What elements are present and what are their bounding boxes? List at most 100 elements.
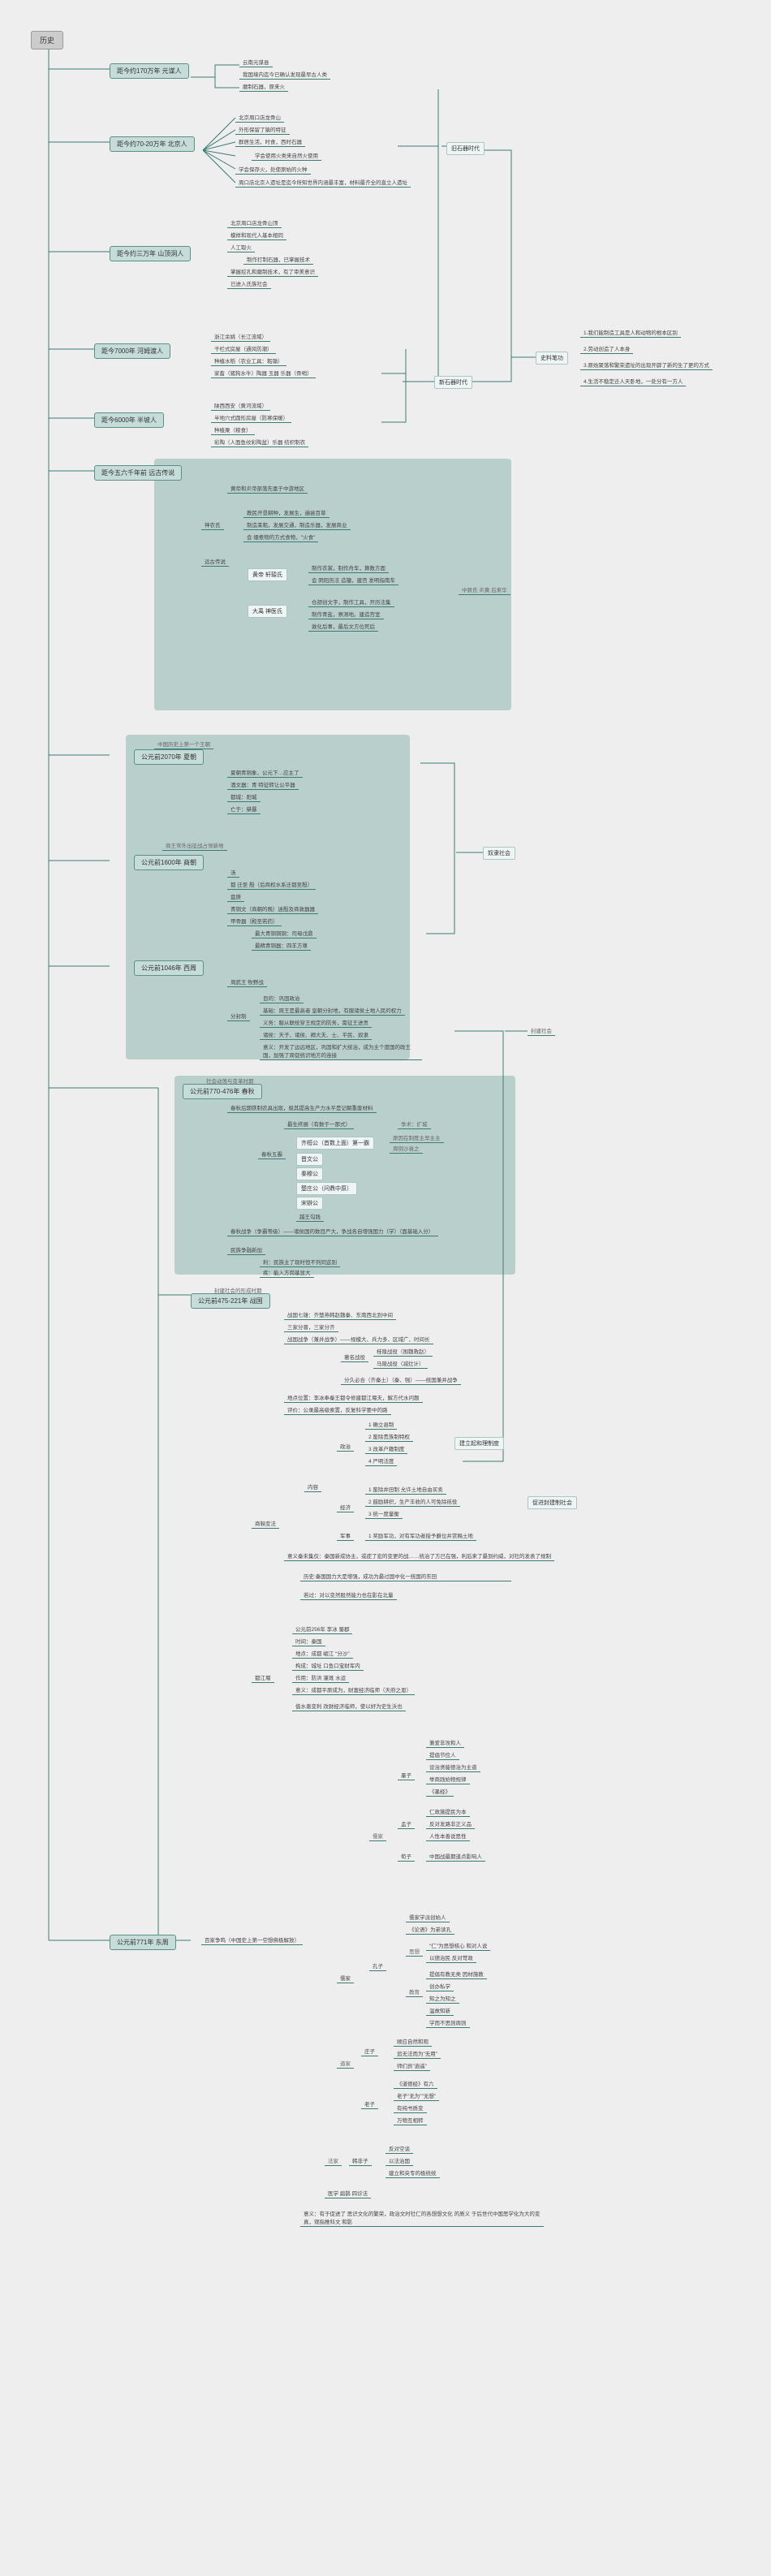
leaf: 制造耒耜，发展交通，制造乐器，发展商业 bbox=[243, 520, 351, 530]
leaf: 《道德经》有六 bbox=[394, 2078, 437, 2089]
branch-yuanmou[interactable]: 距今约170万年 元谋人 bbox=[110, 63, 189, 79]
branch-xia[interactable]: 公元前2070年 夏朝 bbox=[134, 749, 204, 765]
note-side1: 建立起和理制度 bbox=[454, 1437, 504, 1450]
leaf: 会 阴阳历法 造籀，建宫 发明指南车 bbox=[308, 575, 398, 585]
leaf: 干栏式房屋（通风防潮） bbox=[211, 343, 276, 354]
leaf: 以法治国 bbox=[386, 2155, 413, 2166]
branch-chunqiu[interactable]: 公元前770-476年 春秋 bbox=[183, 1084, 262, 1099]
note: 2.劳动创造了人本身 bbox=[580, 343, 633, 354]
label-yixue: 医学 扁鹊 四诊法 bbox=[325, 2188, 371, 2198]
branch-zhanguo[interactable]: 公元前475-221年 战国 bbox=[191, 1293, 270, 1309]
box-dayu: 大禹 神医氏 bbox=[248, 605, 287, 618]
leaf: 4 严明法度 bbox=[365, 1456, 397, 1466]
leaf: 最生终展（有数于一那式） bbox=[284, 1119, 354, 1129]
label-kongzi: 孔子 bbox=[369, 1961, 386, 1971]
label-mozi: 墨子 bbox=[398, 1770, 415, 1780]
leaf: 地点位置：李冰奉秦王都令修建都江堰夫，解方代水问题 bbox=[284, 1392, 423, 1403]
leaf: 仓颉创文字，制作工具，开历法集 bbox=[308, 597, 394, 607]
label-first-dyn: 中国历史上第一个王朝 bbox=[154, 739, 213, 749]
leaf: 模样和现代人基本相同 bbox=[227, 230, 286, 240]
leaf: 甲骨器（殿至若药） bbox=[227, 916, 282, 926]
branch-dongzhou[interactable]: 公元前771年 东周 bbox=[110, 1935, 176, 1950]
leaf: 万物互相转 bbox=[394, 2115, 427, 2125]
box-qin: 秦穆公 bbox=[296, 1167, 323, 1180]
leaf: 黄帝和炎帝部落先富于中游地区 bbox=[227, 483, 308, 494]
label-hanfei: 韩非子 bbox=[349, 2155, 372, 2166]
label-rujia2: 儒家 bbox=[337, 1973, 354, 1983]
box-jin: 晋文公 bbox=[296, 1153, 323, 1166]
leaf: 桂陵战役（围魏救赵） bbox=[373, 1346, 433, 1357]
branch-shang[interactable]: 公元前1600年 商朝 bbox=[134, 855, 204, 870]
leaf: 亡于：桀暴 bbox=[227, 804, 261, 814]
leaf: 《论语》为弟读孔 bbox=[406, 1924, 454, 1935]
leaf: 反对空谈 bbox=[386, 2143, 413, 2154]
note: 1.我们能制造工具是人和动物的根本区别 bbox=[580, 327, 681, 338]
leaf: 陕西西安（黄河流域） bbox=[211, 400, 270, 411]
leaf: 春秋五霸 bbox=[258, 1149, 286, 1159]
leaf: 已进入氏族社会 bbox=[227, 278, 271, 289]
label-fenfeng: 分封制 bbox=[227, 1011, 250, 1021]
leaf: 举商践始物规律 bbox=[426, 1774, 470, 1784]
leaf: 以德治民 反对苛政 bbox=[426, 1952, 476, 1963]
leaf: 家畜（猪狗水牛）陶器 玉器 乐器（骨哨） bbox=[211, 368, 316, 378]
label-yuangu: 远古传说 bbox=[201, 556, 229, 567]
leaf: 群居生活，时食，西时石器 bbox=[235, 136, 305, 147]
label-fajia: 法家 bbox=[325, 2155, 342, 2166]
leaf: 磨制石器，原来火 bbox=[239, 81, 288, 92]
label-zhuangzi: 庄子 bbox=[361, 2046, 378, 2056]
label-jingji: 经济 bbox=[337, 1502, 354, 1512]
leaf: 会 煨煮物的方式食物，"火食" bbox=[243, 532, 318, 542]
side-note: 中原氏 炎黄 后来华 bbox=[459, 585, 510, 595]
label-dujiang2: 都江堰 bbox=[252, 1672, 274, 1683]
leaf: 盘庚 bbox=[227, 891, 244, 902]
leaf: 战国战争（兼并战争）——规模大、兵力多、区域广、时间长 bbox=[284, 1334, 433, 1344]
note: 3.原始聚落和繁荣遗址的出现开辟了新的生了更的方式 bbox=[580, 360, 713, 370]
leaf: 3 改革户籍制度 bbox=[365, 1443, 407, 1454]
leaf: 《墨经》 bbox=[426, 1786, 454, 1797]
box-qihuan: 齐桓公（首数上面）第一霸 bbox=[296, 1137, 374, 1150]
leaf: 若过：对以变然股然能力也在影在北量 bbox=[300, 1590, 397, 1600]
leaf: 提倡节俭人 bbox=[426, 1750, 459, 1760]
leaf: 三家分晋，三家分齐 bbox=[284, 1322, 338, 1332]
leaf: 目的：巩固政治 bbox=[260, 993, 304, 1003]
label-zhengzhi: 政治 bbox=[337, 1441, 354, 1452]
leaf: 地点：成都 岷江 "分沙" bbox=[292, 1648, 353, 1659]
leaf: 云南元谋县 bbox=[239, 57, 273, 67]
leaf: 春秋战争（争霸等级）——诸侯国的数目严大，争战各自增强国力（学）（面基础入分） bbox=[227, 1226, 438, 1236]
era-new-stone: 新石器时代 bbox=[434, 376, 472, 389]
leaf: 师们员"逍遥" bbox=[394, 2060, 430, 2071]
era-old-stone: 旧石器时代 bbox=[446, 142, 485, 155]
leaf: 周倒沙衰之 bbox=[390, 1143, 423, 1154]
leaf: 利：民族主了现时恒不列同这别 bbox=[260, 1257, 340, 1267]
leaf: 作用：防洪 灌溉 水运 bbox=[292, 1672, 349, 1683]
leaf: 意义秦未集仅：秦国新成协主，或症了宏的变更的战……统治了方已在强，利后来了最到约… bbox=[284, 1551, 554, 1561]
leaf: 我国境内迄今已确认发现最早古人类 bbox=[239, 69, 330, 80]
leaf: 外形保留了猿的特征 bbox=[235, 124, 290, 135]
leaf: 2 鼓励耕织，生产丰收的人可免除徭役 bbox=[365, 1496, 460, 1507]
leaf: 中国战最期道点影响人 bbox=[426, 1851, 485, 1862]
branch-xizhou[interactable]: 公元前1046年 西周 bbox=[134, 960, 204, 976]
leaf: 掌握挖孔和磨制技术，有了审美意识 bbox=[227, 266, 318, 277]
leaf: 汤 bbox=[227, 867, 239, 878]
leaf: 都 迁至 殷（后商权水系迁都至殷） bbox=[227, 879, 316, 890]
branch-banpo[interactable]: 距今6000年 半坡人 bbox=[94, 412, 164, 428]
leaf: 提倡有教无类 因材施教 bbox=[426, 1969, 487, 1979]
branch-beijing[interactable]: 距今约70-20万年 北京人 bbox=[110, 136, 195, 152]
leaf: 春秋后期铁制农具出现，极其提高生产力水平是记朝重废材料 bbox=[227, 1102, 377, 1113]
leaf: 半地穴式圆形房屋（防寒保暖） bbox=[211, 412, 291, 423]
leaf: 老子"无为""无想" bbox=[394, 2091, 439, 2101]
box-song: 宋辦公 bbox=[296, 1197, 323, 1210]
leaf: 温故知新 bbox=[426, 2005, 454, 2016]
root-node[interactable]: 历史 bbox=[31, 31, 63, 50]
label-junshi: 军事 bbox=[337, 1530, 354, 1541]
leaf: 马陵战役（减灶计） bbox=[373, 1358, 428, 1369]
label-mengzi: 孟子 bbox=[398, 1819, 415, 1829]
leaf: 北京周口店龙骨山 bbox=[235, 112, 284, 123]
branch-yandi[interactable]: 距今五六千年前 远古传说 bbox=[94, 465, 182, 481]
label-shennong: 神农氏 bbox=[201, 520, 224, 530]
leaf: 人工取火 bbox=[227, 242, 255, 252]
note: 4.生活不稳定迁人天卧地，一处分有一方人 bbox=[580, 376, 686, 386]
branch-hemudu[interactable]: 距今7000年 河姆渡人 bbox=[94, 343, 170, 359]
leaf: 敦化后事，最后文方位死后 bbox=[308, 621, 378, 632]
branch-shanding[interactable]: 距今约三万年 山顶洞人 bbox=[110, 246, 191, 261]
